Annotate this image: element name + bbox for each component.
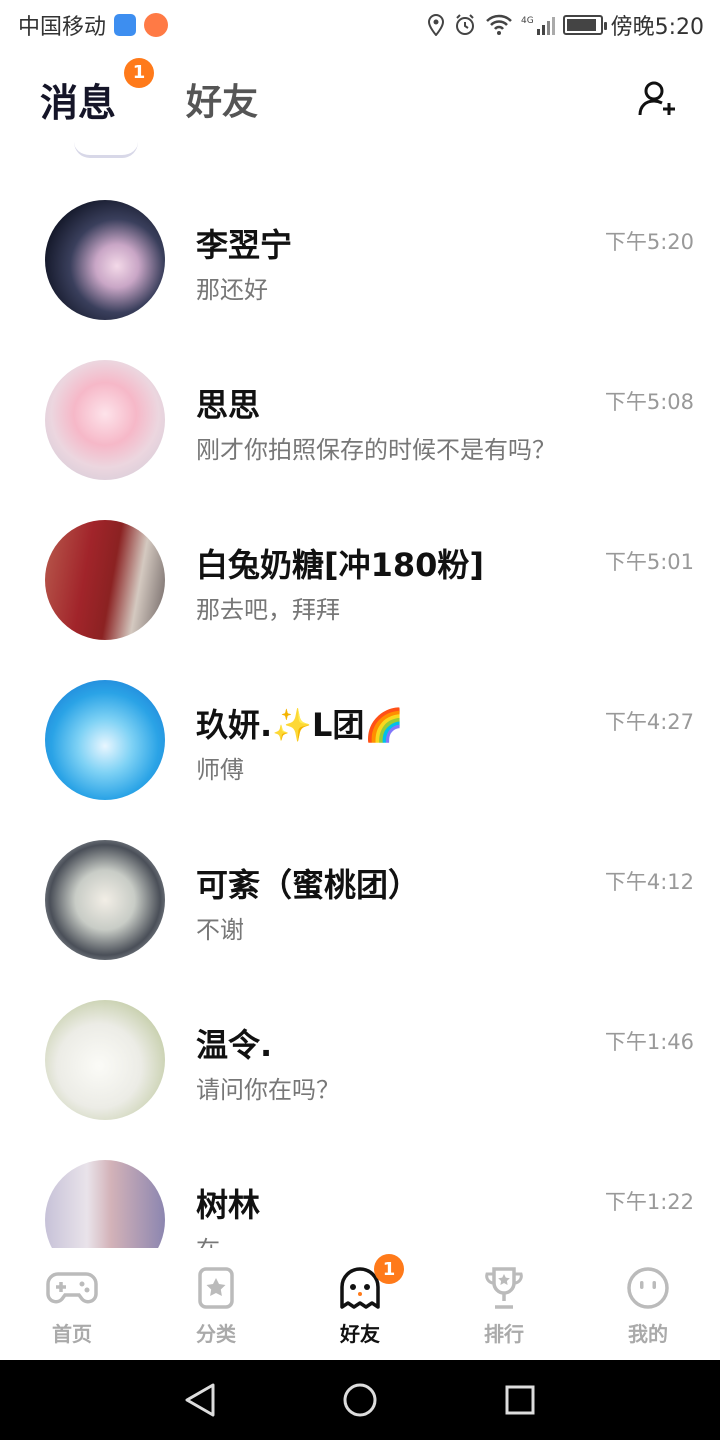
conversation-row[interactable]: 温令. 请问你在吗？ 下午1:46	[0, 1000, 720, 1160]
star-bookmark-icon	[190, 1264, 242, 1312]
back-button[interactable]	[170, 1370, 230, 1430]
status-bar: 中国移动 4G 傍晚5:20	[0, 0, 720, 50]
carrier-name: 中国移动	[18, 15, 107, 40]
home-button[interactable]	[330, 1370, 390, 1430]
wifi-icon	[485, 14, 513, 36]
avatar	[45, 520, 165, 640]
tabbar-friends-badge: 1	[374, 1254, 404, 1284]
avatar	[45, 200, 165, 320]
tabbar-item-friends[interactable]: 好友 1	[288, 1248, 432, 1360]
last-message: 不谢	[196, 916, 244, 944]
avatar	[45, 680, 165, 800]
tabbar-label-home: 首页	[52, 1322, 92, 1346]
tab-friends-label: 好友	[186, 82, 259, 123]
avatar	[45, 840, 165, 960]
back-triangle-icon	[185, 1383, 215, 1417]
message-time: 下午4:27	[604, 710, 694, 734]
contact-name: 李翌宁	[196, 226, 293, 264]
shield-app-icon	[114, 14, 137, 36]
tabbar-label-me: 我的	[628, 1322, 668, 1346]
tabbar-item-home[interactable]: 首页	[0, 1248, 144, 1360]
avatar	[45, 1000, 165, 1120]
contact-name: 可紊（蜜桃团）	[196, 866, 421, 904]
tab-messages-label: 消息	[40, 80, 117, 125]
cellular-signal-icon: 4G	[521, 14, 555, 36]
message-time: 下午5:08	[604, 390, 694, 414]
home-circle-icon	[343, 1383, 377, 1417]
contact-name: 思思	[196, 386, 261, 424]
tabbar-item-ranking[interactable]: 排行	[432, 1248, 576, 1360]
network-type-label: 4G	[521, 16, 534, 26]
contact-name: 树林	[196, 1186, 261, 1224]
last-message: 师傅	[196, 756, 244, 784]
recents-button[interactable]	[490, 1370, 550, 1430]
location-icon	[427, 14, 445, 36]
tabbar-item-me[interactable]: 我的	[576, 1248, 720, 1360]
conversation-row[interactable]: 玖妍.✨L团🌈 师傅 下午4:27	[0, 680, 720, 840]
gamepad-icon	[46, 1264, 98, 1312]
recents-square-icon	[505, 1385, 535, 1415]
tab-messages-badge: 1	[124, 57, 155, 88]
tab-friends[interactable]: 好友	[186, 73, 258, 125]
bottom-tab-bar: 首页 分类 好友 1 排行 我的	[0, 1248, 720, 1360]
message-time: 下午5:20	[604, 230, 694, 254]
tabbar-label-ranking: 排行	[484, 1322, 524, 1346]
conversation-row[interactable]: 李翌宁 那还好 下午5:20	[0, 200, 720, 360]
clock: 傍晚5:20	[610, 15, 704, 40]
tabbar-label-friends: 好友	[336, 1318, 384, 1351]
message-time: 下午1:46	[604, 1030, 694, 1054]
trophy-icon	[478, 1264, 530, 1312]
tab-messages[interactable]: 消息 1	[40, 57, 155, 127]
partial-avatar	[74, 142, 138, 158]
last-message: 请问你在吗？	[196, 1076, 340, 1104]
avatar	[45, 360, 165, 480]
message-time: 下午4:12	[604, 870, 694, 894]
last-message: 在	[196, 1230, 220, 1248]
conversation-row[interactable]: 树林 在 下午1:22	[0, 1160, 720, 1248]
message-time: 下午1:22	[604, 1190, 694, 1214]
header: 消息 1 好友	[0, 56, 720, 142]
tabbar-item-category[interactable]: 分类	[144, 1248, 288, 1360]
last-message: 那还好	[196, 276, 268, 304]
contact-name: 玖妍.✨L团🌈	[196, 706, 405, 744]
conversation-row[interactable]: 白兔奶糖[冲180粉] 那去吧，拜拜 下午5:01	[0, 520, 720, 680]
contact-name: 温令.	[196, 1026, 273, 1064]
app-notification-icon	[144, 13, 169, 37]
tabbar-label-category: 分类	[196, 1322, 236, 1346]
last-message: 刚才你拍照保存的时候不是有吗？	[196, 436, 556, 464]
alarm-icon	[453, 13, 477, 37]
battery-icon	[562, 15, 607, 35]
message-time: 下午5:01	[604, 550, 694, 574]
add-user-icon	[638, 81, 675, 116]
conversation-list[interactable]: 李翌宁 那还好 下午5:20 思思 刚才你拍照保存的时候不是有吗？ 下午5:08…	[0, 142, 720, 1248]
conversation-row[interactable]: 可紊（蜜桃团） 不谢 下午4:12	[0, 840, 720, 1000]
avatar	[45, 1160, 165, 1248]
last-message: 那去吧，拜拜	[196, 596, 340, 624]
conversation-row[interactable]: 思思 刚才你拍照保存的时候不是有吗？ 下午5:08	[0, 360, 720, 520]
contact-name: 白兔奶糖[冲180粉]	[196, 546, 485, 584]
smiley-face-icon	[622, 1264, 674, 1312]
system-navigation-bar	[0, 1360, 720, 1440]
add-friend-button[interactable]	[634, 76, 680, 122]
